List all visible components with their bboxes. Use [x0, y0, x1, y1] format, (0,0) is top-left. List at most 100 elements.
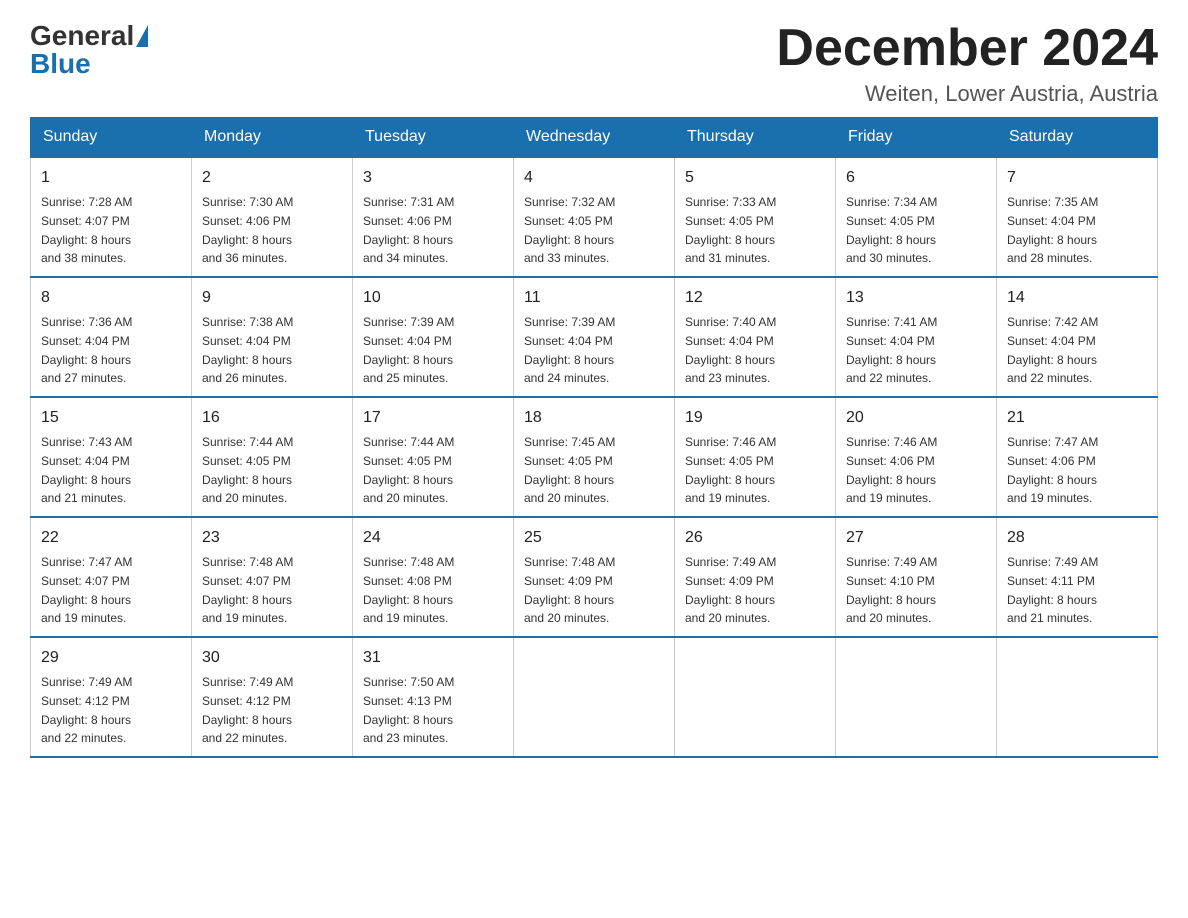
- calendar-day-cell: 12 Sunrise: 7:40 AMSunset: 4:04 PMDaylig…: [675, 277, 836, 397]
- calendar-day-cell: 4 Sunrise: 7:32 AMSunset: 4:05 PMDayligh…: [514, 157, 675, 277]
- header-thursday: Thursday: [675, 118, 836, 158]
- day-number: 24: [363, 526, 503, 550]
- calendar-day-cell: 27 Sunrise: 7:49 AMSunset: 4:10 PMDaylig…: [836, 517, 997, 637]
- day-number: 9: [202, 286, 342, 310]
- day-number: 20: [846, 406, 986, 430]
- day-number: 28: [1007, 526, 1147, 550]
- calendar-day-cell: 24 Sunrise: 7:48 AMSunset: 4:08 PMDaylig…: [353, 517, 514, 637]
- day-number: 4: [524, 166, 664, 190]
- title-section: December 2024 Weiten, Lower Austria, Aus…: [776, 20, 1158, 107]
- calendar-day-cell: 19 Sunrise: 7:46 AMSunset: 4:05 PMDaylig…: [675, 397, 836, 517]
- calendar-day-cell: 21 Sunrise: 7:47 AMSunset: 4:06 PMDaylig…: [997, 397, 1158, 517]
- day-info: Sunrise: 7:49 AMSunset: 4:11 PMDaylight:…: [1007, 555, 1098, 625]
- calendar-day-cell: 29 Sunrise: 7:49 AMSunset: 4:12 PMDaylig…: [31, 637, 192, 757]
- day-number: 16: [202, 406, 342, 430]
- calendar-day-cell: 26 Sunrise: 7:49 AMSunset: 4:09 PMDaylig…: [675, 517, 836, 637]
- calendar-day-cell: [836, 637, 997, 757]
- day-info: Sunrise: 7:48 AMSunset: 4:08 PMDaylight:…: [363, 555, 454, 625]
- calendar-day-cell: 22 Sunrise: 7:47 AMSunset: 4:07 PMDaylig…: [31, 517, 192, 637]
- header-wednesday: Wednesday: [514, 118, 675, 158]
- calendar-day-cell: 10 Sunrise: 7:39 AMSunset: 4:04 PMDaylig…: [353, 277, 514, 397]
- day-info: Sunrise: 7:49 AMSunset: 4:12 PMDaylight:…: [41, 675, 132, 745]
- day-info: Sunrise: 7:36 AMSunset: 4:04 PMDaylight:…: [41, 315, 132, 385]
- day-info: Sunrise: 7:43 AMSunset: 4:04 PMDaylight:…: [41, 435, 132, 505]
- calendar-day-cell: 11 Sunrise: 7:39 AMSunset: 4:04 PMDaylig…: [514, 277, 675, 397]
- day-number: 22: [41, 526, 181, 550]
- calendar-day-cell: 28 Sunrise: 7:49 AMSunset: 4:11 PMDaylig…: [997, 517, 1158, 637]
- day-info: Sunrise: 7:31 AMSunset: 4:06 PMDaylight:…: [363, 195, 454, 265]
- day-info: Sunrise: 7:32 AMSunset: 4:05 PMDaylight:…: [524, 195, 615, 265]
- day-info: Sunrise: 7:30 AMSunset: 4:06 PMDaylight:…: [202, 195, 293, 265]
- calendar-day-cell: 25 Sunrise: 7:48 AMSunset: 4:09 PMDaylig…: [514, 517, 675, 637]
- calendar-day-cell: 31 Sunrise: 7:50 AMSunset: 4:13 PMDaylig…: [353, 637, 514, 757]
- calendar-day-cell: 5 Sunrise: 7:33 AMSunset: 4:05 PMDayligh…: [675, 157, 836, 277]
- day-number: 12: [685, 286, 825, 310]
- location-title: Weiten, Lower Austria, Austria: [776, 81, 1158, 107]
- day-info: Sunrise: 7:38 AMSunset: 4:04 PMDaylight:…: [202, 315, 293, 385]
- day-number: 23: [202, 526, 342, 550]
- calendar-day-cell: 23 Sunrise: 7:48 AMSunset: 4:07 PMDaylig…: [192, 517, 353, 637]
- day-number: 10: [363, 286, 503, 310]
- day-number: 2: [202, 166, 342, 190]
- day-info: Sunrise: 7:49 AMSunset: 4:12 PMDaylight:…: [202, 675, 293, 745]
- day-info: Sunrise: 7:40 AMSunset: 4:04 PMDaylight:…: [685, 315, 776, 385]
- header-sunday: Sunday: [31, 118, 192, 158]
- calendar-day-cell: [997, 637, 1158, 757]
- day-info: Sunrise: 7:50 AMSunset: 4:13 PMDaylight:…: [363, 675, 454, 745]
- day-info: Sunrise: 7:45 AMSunset: 4:05 PMDaylight:…: [524, 435, 615, 505]
- day-number: 5: [685, 166, 825, 190]
- calendar-week-row: 22 Sunrise: 7:47 AMSunset: 4:07 PMDaylig…: [31, 517, 1158, 637]
- day-number: 15: [41, 406, 181, 430]
- header-friday: Friday: [836, 118, 997, 158]
- calendar-day-cell: 20 Sunrise: 7:46 AMSunset: 4:06 PMDaylig…: [836, 397, 997, 517]
- day-number: 31: [363, 646, 503, 670]
- day-number: 13: [846, 286, 986, 310]
- day-number: 18: [524, 406, 664, 430]
- logo-blue-text: Blue: [30, 48, 91, 79]
- day-info: Sunrise: 7:41 AMSunset: 4:04 PMDaylight:…: [846, 315, 937, 385]
- header-monday: Monday: [192, 118, 353, 158]
- calendar-day-cell: 18 Sunrise: 7:45 AMSunset: 4:05 PMDaylig…: [514, 397, 675, 517]
- page-header: General Blue December 2024 Weiten, Lower…: [30, 20, 1158, 107]
- day-info: Sunrise: 7:48 AMSunset: 4:07 PMDaylight:…: [202, 555, 293, 625]
- day-number: 30: [202, 646, 342, 670]
- day-info: Sunrise: 7:39 AMSunset: 4:04 PMDaylight:…: [524, 315, 615, 385]
- day-info: Sunrise: 7:48 AMSunset: 4:09 PMDaylight:…: [524, 555, 615, 625]
- month-title: December 2024: [776, 20, 1158, 77]
- calendar-day-cell: 13 Sunrise: 7:41 AMSunset: 4:04 PMDaylig…: [836, 277, 997, 397]
- calendar-day-cell: 30 Sunrise: 7:49 AMSunset: 4:12 PMDaylig…: [192, 637, 353, 757]
- day-number: 25: [524, 526, 664, 550]
- day-info: Sunrise: 7:49 AMSunset: 4:09 PMDaylight:…: [685, 555, 776, 625]
- calendar-week-row: 29 Sunrise: 7:49 AMSunset: 4:12 PMDaylig…: [31, 637, 1158, 757]
- day-info: Sunrise: 7:42 AMSunset: 4:04 PMDaylight:…: [1007, 315, 1098, 385]
- day-number: 1: [41, 166, 181, 190]
- day-number: 11: [524, 286, 664, 310]
- calendar-day-cell: 8 Sunrise: 7:36 AMSunset: 4:04 PMDayligh…: [31, 277, 192, 397]
- calendar-day-cell: 3 Sunrise: 7:31 AMSunset: 4:06 PMDayligh…: [353, 157, 514, 277]
- calendar-day-cell: 7 Sunrise: 7:35 AMSunset: 4:04 PMDayligh…: [997, 157, 1158, 277]
- day-number: 27: [846, 526, 986, 550]
- day-number: 19: [685, 406, 825, 430]
- day-number: 8: [41, 286, 181, 310]
- day-info: Sunrise: 7:46 AMSunset: 4:06 PMDaylight:…: [846, 435, 937, 505]
- calendar-day-cell: 1 Sunrise: 7:28 AMSunset: 4:07 PMDayligh…: [31, 157, 192, 277]
- day-number: 21: [1007, 406, 1147, 430]
- day-info: Sunrise: 7:35 AMSunset: 4:04 PMDaylight:…: [1007, 195, 1098, 265]
- day-info: Sunrise: 7:49 AMSunset: 4:10 PMDaylight:…: [846, 555, 937, 625]
- weekday-header-row: Sunday Monday Tuesday Wednesday Thursday…: [31, 118, 1158, 158]
- day-info: Sunrise: 7:33 AMSunset: 4:05 PMDaylight:…: [685, 195, 776, 265]
- calendar-day-cell: 9 Sunrise: 7:38 AMSunset: 4:04 PMDayligh…: [192, 277, 353, 397]
- calendar-day-cell: 16 Sunrise: 7:44 AMSunset: 4:05 PMDaylig…: [192, 397, 353, 517]
- calendar-day-cell: [514, 637, 675, 757]
- logo: General Blue: [30, 20, 150, 80]
- day-number: 7: [1007, 166, 1147, 190]
- logo-triangle-icon: [136, 25, 148, 47]
- day-info: Sunrise: 7:39 AMSunset: 4:04 PMDaylight:…: [363, 315, 454, 385]
- day-number: 26: [685, 526, 825, 550]
- calendar-day-cell: 14 Sunrise: 7:42 AMSunset: 4:04 PMDaylig…: [997, 277, 1158, 397]
- calendar-week-row: 8 Sunrise: 7:36 AMSunset: 4:04 PMDayligh…: [31, 277, 1158, 397]
- day-info: Sunrise: 7:47 AMSunset: 4:06 PMDaylight:…: [1007, 435, 1098, 505]
- calendar-week-row: 1 Sunrise: 7:28 AMSunset: 4:07 PMDayligh…: [31, 157, 1158, 277]
- calendar-day-cell: [675, 637, 836, 757]
- calendar-day-cell: 2 Sunrise: 7:30 AMSunset: 4:06 PMDayligh…: [192, 157, 353, 277]
